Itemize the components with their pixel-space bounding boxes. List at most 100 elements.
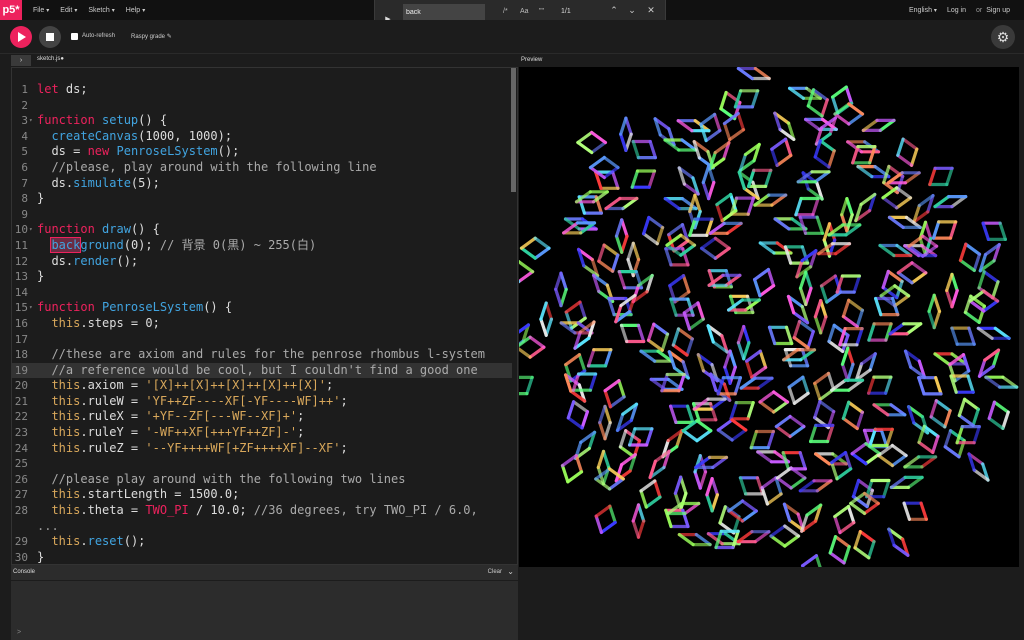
code-text: createCanvas(1000, 1000); xyxy=(51,128,233,143)
regex-toggle[interactable]: /* xyxy=(503,8,508,15)
tiling-edge xyxy=(716,428,734,442)
code-line[interactable]: 27 this.startLength = 1500.0; xyxy=(12,487,512,503)
code-line[interactable]: 26 //please play around with the followi… xyxy=(12,472,512,488)
code-line[interactable]: 28 this.theta = TWO_PI / 10.0; //36 degr… xyxy=(12,503,512,519)
code-line[interactable]: 1 let ds; xyxy=(12,82,512,98)
p5-logo[interactable]: p5* xyxy=(0,0,22,20)
code-line[interactable]: 2 xyxy=(12,98,512,114)
menu-file[interactable]: File ▾ xyxy=(33,7,49,14)
code-line[interactable]: 16 this.steps = 0; xyxy=(12,316,512,332)
case-sensitive-toggle[interactable]: Aa xyxy=(520,8,529,15)
tiling-edge xyxy=(652,322,670,336)
console-prompt[interactable]: > xyxy=(17,629,21,636)
play-button[interactable] xyxy=(10,26,32,48)
code-line[interactable]: 10 ▾ function draw() { xyxy=(12,222,512,238)
code-line[interactable]: 3 ▾ function setup() { xyxy=(12,113,512,129)
tiling-edge xyxy=(574,454,584,474)
tiling-edge xyxy=(603,348,613,368)
find-next-icon[interactable]: ⌄ xyxy=(626,5,638,16)
tiling-edge xyxy=(841,314,859,329)
tiling-edge xyxy=(619,116,628,136)
tiling-edge xyxy=(597,259,615,273)
fold-arrow-icon[interactable]: ▾ xyxy=(29,300,33,316)
code-editor[interactable]: 1 let ds; 2 3 ▾ function setup() {4 createCan… xyxy=(11,67,518,565)
tiling-edge xyxy=(792,319,802,340)
tiling-edge xyxy=(647,215,665,230)
fold-arrow-icon[interactable]: ▾ xyxy=(29,222,33,238)
line-number: 24 xyxy=(14,441,28,455)
code-line[interactable]: 21 this.ruleW = 'YF++ZF----XF[-YF----WF]… xyxy=(12,394,512,410)
tiling-edge xyxy=(884,375,893,395)
code-line[interactable]: 13} xyxy=(12,269,512,285)
code-line[interactable]: 8} xyxy=(12,191,512,207)
toggle-sidebar-button[interactable]: › xyxy=(11,55,31,66)
code-line[interactable]: 9 xyxy=(12,207,512,223)
file-tab[interactable]: sketch.js● xyxy=(37,56,64,62)
code-line[interactable]: 19 //a reference would be cool, but I co… xyxy=(12,362,512,379)
code-line[interactable]: 14 xyxy=(12,285,512,301)
code-line[interactable]: 7 ds.simulate(5); xyxy=(12,176,512,192)
menu-sketch[interactable]: Sketch ▾ xyxy=(88,7,114,14)
tiling-edge xyxy=(760,476,778,490)
code-line[interactable]: 18 //these are axiom and rules for the p… xyxy=(12,347,512,363)
tiling-edge xyxy=(840,197,849,217)
code-line[interactable]: 4 createCanvas(1000, 1000); xyxy=(12,129,512,145)
code-line[interactable]: 15 ▾ function PenroseLSystem() { xyxy=(12,300,512,316)
tiling-edge xyxy=(671,327,681,347)
language-selector[interactable]: English ▾ xyxy=(909,7,937,14)
pencil-icon[interactable]: ✎ xyxy=(167,34,172,40)
console-clear-button[interactable]: Clear xyxy=(488,569,502,575)
code-line[interactable]: ... xyxy=(12,519,512,535)
code-text: this.ruleZ = '--YF++++WF[+ZF++++XF]--XF'… xyxy=(51,440,348,455)
login-link[interactable]: Log in xyxy=(947,7,966,14)
tiling-edge xyxy=(943,429,953,449)
tiling-edge xyxy=(560,464,570,484)
sketch-name[interactable]: Raspy grade ✎ xyxy=(131,33,172,40)
code-line[interactable]: 23 this.ruleY = '-WF++XF[+++YF++ZF]-'; xyxy=(12,425,512,441)
code-line[interactable]: 29 this.reset(); xyxy=(12,534,512,550)
tiling-edge xyxy=(719,90,728,111)
fold-arrow-icon[interactable]: ▾ xyxy=(29,113,33,129)
tiling-edge xyxy=(934,376,943,396)
tiling-edge xyxy=(577,353,587,373)
code-text: //please, play around with the following… xyxy=(51,159,377,174)
sketch-canvas[interactable] xyxy=(519,67,1019,567)
tiling-edge xyxy=(819,284,829,304)
menu-help[interactable]: Help ▾ xyxy=(126,7,145,14)
tiling-edge xyxy=(813,315,823,335)
editor-scrollbar[interactable] xyxy=(511,68,516,192)
tiling-edge xyxy=(610,253,620,273)
code-line[interactable]: 11 background(0); // 背景 0(黒) ~ 255(白) xyxy=(12,236,512,254)
tiling-edge xyxy=(792,336,810,350)
tiling-edge xyxy=(867,375,876,395)
chevron-down-icon[interactable]: ⌄ xyxy=(507,567,514,576)
tiling-edge xyxy=(533,236,551,250)
code-line[interactable]: 24 this.ruleZ = '--YF++++WF[+ZF++++XF]--… xyxy=(12,441,512,457)
stop-button[interactable] xyxy=(39,26,61,48)
find-input[interactable] xyxy=(403,4,485,20)
tiling-edge xyxy=(539,317,548,337)
tiling-edge xyxy=(855,410,864,431)
autorefresh-checkbox[interactable] xyxy=(71,33,78,40)
whole-word-toggle[interactable]: "" xyxy=(539,8,544,15)
settings-button[interactable]: ⚙ xyxy=(991,25,1015,49)
code-text: ds.render(); xyxy=(37,253,139,268)
tiling-edge xyxy=(590,140,608,155)
tiling-edge xyxy=(977,270,986,290)
code-text: } xyxy=(37,549,45,564)
code-line[interactable]: 5 ds = new PenroseLSystem(); xyxy=(12,144,512,160)
signup-link[interactable]: Sign up xyxy=(986,7,1010,14)
code-line[interactable]: 25 xyxy=(12,456,512,472)
code-line[interactable]: 20 this.axiom = '[X]++[X]++[X]++[X]++[X]… xyxy=(12,378,512,394)
line-number: 14 xyxy=(14,285,28,299)
code-line[interactable]: 17 xyxy=(12,332,512,348)
code-line[interactable]: 30} xyxy=(12,549,512,564)
menu-edit[interactable]: Edit ▾ xyxy=(60,7,77,14)
tiling-edge xyxy=(639,479,657,493)
code-line[interactable]: 22 this.ruleX = '+YF--ZF[---WF--XF]+'; xyxy=(12,409,512,425)
line-number: 22 xyxy=(14,410,28,424)
code-line[interactable]: 6 //please, play around with the followi… xyxy=(12,160,512,176)
find-previous-icon[interactable]: ⌃ xyxy=(608,5,620,16)
code-line[interactable]: 12 ds.render(); xyxy=(12,254,512,270)
close-icon[interactable]: ✕ xyxy=(645,5,657,16)
